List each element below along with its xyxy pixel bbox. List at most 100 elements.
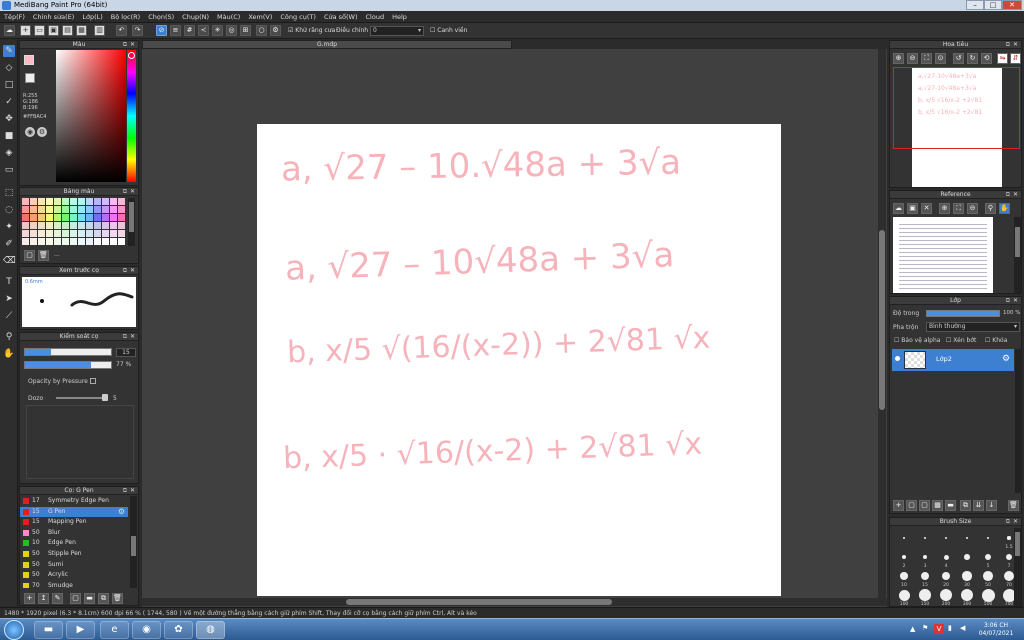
brush-list-item[interactable]: 15 Mapping Pen xyxy=(20,517,128,527)
cloud-icon[interactable]: ☁ xyxy=(4,25,15,36)
move-tool-icon[interactable]: ✥ xyxy=(3,113,15,125)
fill-rect-tool-icon[interactable]: ■ xyxy=(3,130,15,142)
tray-flag-icon[interactable]: ⚑ xyxy=(922,624,928,632)
palette-swatch[interactable] xyxy=(46,206,53,213)
palette-swatch[interactable] xyxy=(54,222,61,229)
brush-size-preset[interactable] xyxy=(983,571,993,581)
brush-size-preset[interactable] xyxy=(986,536,990,540)
palette-swatch[interactable] xyxy=(118,222,125,229)
nav-fit-icon[interactable]: ⛶ xyxy=(921,53,932,64)
palette-swatch[interactable] xyxy=(38,214,45,221)
menu-tools[interactable]: Công cụ(T) xyxy=(276,11,320,23)
brush-list-item[interactable]: 50 Sumi xyxy=(20,560,128,570)
layer-duplicate-icon[interactable]: ⧉ xyxy=(960,500,971,511)
lasso-tool-icon[interactable]: ◌ xyxy=(3,204,15,216)
brush-size-value[interactable]: 15 xyxy=(116,348,136,357)
palette-swatch[interactable] xyxy=(110,214,117,221)
grid-icon[interactable]: ▥ xyxy=(94,25,105,36)
palette-delete-icon[interactable]: 🗑 xyxy=(38,250,49,261)
start-button[interactable] xyxy=(4,620,24,640)
palette-swatch[interactable] xyxy=(102,198,109,205)
brush-delete-icon[interactable]: 🗑 xyxy=(112,593,123,604)
ref-close-icon[interactable]: ✕ xyxy=(921,203,932,214)
snap-grid-icon[interactable]: ⊞ xyxy=(240,25,251,36)
ref-hand-icon[interactable]: ✋ xyxy=(999,203,1010,214)
reference-scrollbar[interactable] xyxy=(1014,217,1021,293)
palette-swatch[interactable] xyxy=(70,238,77,245)
palette-swatch[interactable] xyxy=(86,238,93,245)
brush-list-item[interactable]: 50 Stipple Pen xyxy=(20,549,128,559)
ref-fit-icon[interactable]: ⛶ xyxy=(953,203,964,214)
brush-size-preset[interactable] xyxy=(1005,553,1013,561)
menu-edit[interactable]: Chỉnh sửa(E) xyxy=(29,11,78,23)
brush-size-preset[interactable] xyxy=(966,537,968,539)
drawing-canvas[interactable]: a, √27 – 10.√48a + 3√a a, √27 – 10√48a +… xyxy=(257,124,781,596)
gradient-tool-icon[interactable]: ▭ xyxy=(3,164,15,176)
redo-icon[interactable]: ↷ xyxy=(132,25,143,36)
layer-add-halftone-icon[interactable]: ▦ xyxy=(932,500,943,511)
palette-swatch[interactable] xyxy=(94,238,101,245)
menu-snap[interactable]: Chụp(N) xyxy=(178,11,213,23)
minimize-button[interactable]: – xyxy=(966,0,984,10)
maximize-button[interactable]: □ xyxy=(984,0,1002,10)
palette-swatch[interactable] xyxy=(38,238,45,245)
bucket-tool-icon[interactable]: ◈ xyxy=(3,147,15,159)
color-settings-icon[interactable]: ⚙ xyxy=(37,127,47,137)
tray-clock[interactable]: 3:06 CH 04/07/2021 xyxy=(974,622,1018,638)
palette-swatch[interactable] xyxy=(94,198,101,205)
magic-wand-tool-icon[interactable]: ✦ xyxy=(3,221,15,233)
new-file-icon[interactable]: + xyxy=(20,25,31,36)
nav-flip-icon[interactable]: ⇋ xyxy=(997,53,1008,64)
palette-swatch[interactable] xyxy=(118,230,125,237)
layer-folder-icon[interactable]: ▬ xyxy=(945,500,956,511)
menu-color[interactable]: Màu(C) xyxy=(213,11,244,23)
export-icon[interactable]: ▤ xyxy=(62,25,73,36)
palette-swatch[interactable] xyxy=(46,198,53,205)
menu-window[interactable]: Cửa sổ(W) xyxy=(320,11,362,23)
tray-arrow-icon[interactable]: ▲ xyxy=(910,625,915,633)
antialias-checkbox[interactable]: ☑ Khử răng cưa xyxy=(288,26,335,36)
palette-swatch[interactable] xyxy=(30,230,37,237)
layer-merge-icon[interactable]: ⇊ xyxy=(973,500,984,511)
snap-circle-icon[interactable]: ○ xyxy=(256,25,267,36)
palette-swatch-grid[interactable] xyxy=(22,198,126,246)
palette-swatch[interactable] xyxy=(54,206,61,213)
brush-settings-icon[interactable]: ⚙ xyxy=(118,507,125,517)
palette-swatch[interactable] xyxy=(78,206,85,213)
layer-visibility-icon[interactable] xyxy=(895,356,900,361)
taskbar-medibang-icon[interactable]: ◍ xyxy=(196,621,225,639)
palette-swatch[interactable] xyxy=(78,214,85,221)
palette-swatch[interactable] xyxy=(46,222,53,229)
transparent-swatch[interactable] xyxy=(25,73,35,83)
palette-swatch[interactable] xyxy=(110,230,117,237)
undo-icon[interactable]: ↶ xyxy=(116,25,127,36)
layer-settings-icon[interactable]: ⚙ xyxy=(1002,354,1010,364)
palette-swatch[interactable] xyxy=(22,222,29,229)
brush-setting-icon[interactable]: ✎ xyxy=(52,593,63,604)
snap-cross-icon[interactable]: # xyxy=(184,25,195,36)
palette-swatch[interactable] xyxy=(86,198,93,205)
palette-swatch[interactable] xyxy=(70,214,77,221)
palette-swatch[interactable] xyxy=(102,206,109,213)
menu-filter[interactable]: Bộ lọc(R) xyxy=(107,11,144,23)
palette-swatch[interactable] xyxy=(30,198,37,205)
palette-swatch[interactable] xyxy=(110,238,117,245)
divide-tool-icon[interactable]: ⟋ xyxy=(3,310,15,322)
brush-size-preset[interactable] xyxy=(964,554,970,560)
palette-swatch[interactable] xyxy=(118,214,125,221)
palette-swatch[interactable] xyxy=(94,222,101,229)
brush-size-preset[interactable] xyxy=(960,588,974,602)
palette-swatch[interactable] xyxy=(78,222,85,229)
palette-swatch[interactable] xyxy=(62,198,69,205)
palette-swatch[interactable] xyxy=(30,222,37,229)
clipping-checkbox[interactable]: ☐ Xén bớt xyxy=(946,337,976,344)
palette-swatch[interactable] xyxy=(94,230,101,237)
brush-size-preset[interactable] xyxy=(902,555,906,559)
brush-add-icon[interactable]: + xyxy=(24,593,35,604)
saturation-value-field[interactable] xyxy=(56,50,126,182)
brush-list-item[interactable]: 50 Blur xyxy=(20,528,128,538)
palette-swatch[interactable] xyxy=(102,230,109,237)
layer-opacity-slider[interactable] xyxy=(926,310,1000,317)
palette-swatch[interactable] xyxy=(102,222,109,229)
tray-language[interactable]: V xyxy=(934,624,944,634)
